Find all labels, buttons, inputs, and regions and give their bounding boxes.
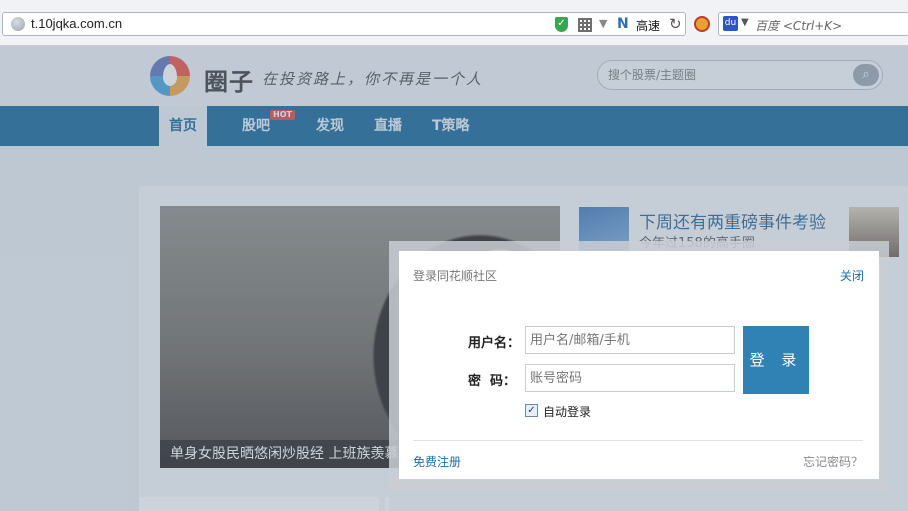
username-input[interactable]: [525, 326, 735, 354]
modal-divider: [413, 440, 863, 441]
speed-icon[interactable]: N: [617, 16, 629, 32]
login-button[interactable]: 登 录: [743, 326, 809, 394]
auto-login-checkbox[interactable]: ✓: [525, 404, 538, 417]
username-label: 用户名：: [468, 336, 521, 351]
close-button[interactable]: 关闭: [840, 267, 864, 284]
address-bar[interactable]: t.10jqka.com.cn ✓ ▼ N 高速 ↻: [2, 12, 686, 36]
qr-code-icon[interactable]: [578, 18, 592, 32]
globe-icon: [11, 17, 25, 31]
shield-check-icon[interactable]: ✓: [555, 17, 568, 32]
password-label: 密 码：: [468, 374, 517, 389]
login-modal-title: 登录同花顺社区: [413, 269, 498, 283]
reload-icon[interactable]: ↻: [669, 15, 682, 33]
forgot-password-link[interactable]: 忘记密码？: [803, 453, 863, 470]
browser-search-bar[interactable]: du ▼ 百度 <Ctrl+K>: [718, 12, 908, 36]
register-link[interactable]: 免费注册: [413, 453, 461, 470]
speed-mode-label[interactable]: 高速: [636, 17, 660, 34]
search-engine-dropdown-icon[interactable]: ▼: [741, 17, 749, 28]
baidu-paw-icon[interactable]: du: [723, 16, 738, 31]
auto-login-label[interactable]: 自动登录: [543, 403, 591, 420]
browser-search-placeholder[interactable]: 百度 <Ctrl+K>: [755, 17, 842, 34]
login-modal: 登录同花顺社区 关闭 用户名： 密 码： 登 录 ✓ 自动登录 免费注册 忘记密…: [399, 251, 879, 479]
browser-toolbar: t.10jqka.com.cn ✓ ▼ N 高速 ↻ du ▼ 百度 <Ctrl…: [0, 0, 908, 46]
dropdown-arrow-icon[interactable]: ▼: [599, 17, 607, 30]
password-input[interactable]: [525, 364, 735, 392]
url-text[interactable]: t.10jqka.com.cn: [31, 16, 122, 31]
block-extension-icon[interactable]: [694, 16, 710, 32]
